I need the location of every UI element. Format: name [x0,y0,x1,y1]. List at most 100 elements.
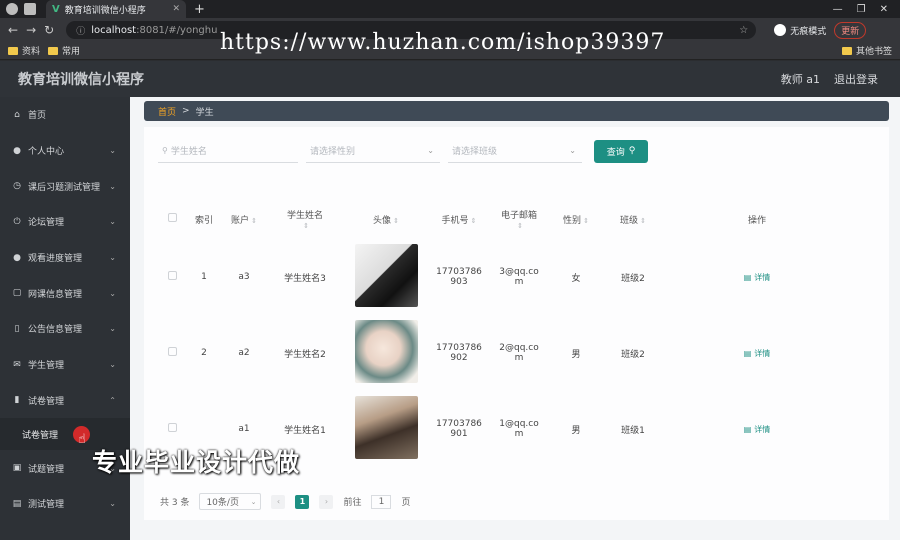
detail-button[interactable]: ▤ 详情 [744,425,771,434]
bookmark-folder[interactable]: 常用 [48,44,80,57]
close-window-icon[interactable]: ✕ [880,4,888,15]
header-label: 班级 [620,215,639,226]
page-size-select[interactable]: 10条/页 ⌄ [199,493,262,510]
sort-icon[interactable]: ⇕ [393,217,399,225]
header-label: 学生姓名 [286,210,323,221]
sidebar-item-exercise-tests[interactable]: ◷ 课后习题测试管理 ⌄ [0,168,130,204]
prev-page-button[interactable]: ‹ [271,494,286,509]
goto-page-input[interactable]: 1 [371,494,392,509]
star-icon[interactable]: ☆ [739,25,748,36]
phone-part: 17703786 [436,343,482,353]
person-icon: ● [13,252,21,263]
gender-select[interactable]: 请选择性别 ⌄ [306,139,440,163]
detail-button[interactable]: ▤ 详情 [744,273,771,282]
table-row: 2 a2 学生姓名2 17703786 902 2@qq.co m 男 班级2 ▤ 详… [158,315,852,391]
new-tab-icon[interactable]: + [194,2,205,17]
row-checkbox[interactable] [167,271,177,280]
total-count: 共 3 条 [160,498,190,508]
window-controls: — ❐ ✕ [833,4,888,15]
chart-icon: ▮ [14,395,20,406]
browser-menu-icon[interactable] [6,3,18,15]
sidebar-item-home[interactable]: ⌂ 首页 [0,97,130,133]
col-index: 索引 [186,199,222,239]
page-size-value: 10条/页 [206,498,239,508]
breadcrumb-home[interactable]: 首页 [158,105,176,118]
info-icon[interactable]: ⓘ [76,24,85,37]
avatar[interactable] [354,244,418,307]
student-name-input[interactable]: ⚲ 学生姓名 [158,139,298,163]
col-name[interactable]: 学生姓名 ⇕ [266,199,344,239]
maximize-icon[interactable]: ❐ [857,4,866,15]
avatar[interactable] [354,396,418,459]
sidebar-item-papers[interactable]: ▮ 试卷管理 ⌃ [0,383,130,419]
cell-account: a2 [238,348,250,358]
table-header-row: 索引 账户 ⇕ 学生姓名 ⇕ 头像 ⇕ 手机号 ⇕ 电子邮箱 ⇕ 性别 ⇕ 班级 ⇕ 操作 [158,199,852,239]
browser-tab[interactable]: V 教育培训微信小程序 ✕ [46,0,186,18]
cell-class: 班级2 [621,273,645,284]
tab-list-icon[interactable] [24,3,36,15]
logout-link[interactable]: 退出登录 [834,71,878,87]
header-label: 电子邮箱 [500,210,537,221]
other-bookmarks[interactable]: 其他书签 [841,44,892,57]
sort-icon[interactable]: ⇕ [471,217,477,225]
sidebar-item-label: 网课信息管理 [28,289,83,300]
sidebar-item-label: 公告信息管理 [28,325,83,336]
col-gender[interactable]: 性别 ⇕ [548,199,604,239]
query-button[interactable]: 查询 ⚲ [594,139,648,163]
sidebar-item-online-courses[interactable]: ▢ 网课信息管理 ⌄ [0,275,130,311]
tab-close-icon[interactable]: ✕ [172,4,180,14]
email-part: m [514,429,524,439]
cell-index: 2 [201,348,207,358]
update-button[interactable]: 更新 [834,21,867,39]
gender-placeholder: 请选择性别 [310,147,356,157]
sort-icon[interactable]: ⇕ [517,222,523,230]
sidebar-item-announcements[interactable]: ▯ 公告信息管理 ⌄ [0,311,130,347]
next-page-button[interactable]: › [319,494,334,509]
bookmark-label: 常用 [62,47,81,57]
sort-icon[interactable]: ⇕ [303,222,309,230]
minimize-icon[interactable]: — [833,4,843,15]
col-avatar[interactable]: 头像 ⇕ [344,199,428,239]
cell-phone: 17703786 903 [428,239,490,315]
doc-icon: ▤ [12,498,22,509]
sidebar-item-forum[interactable]: ⏻ 论坛管理 ⌄ [0,204,130,240]
cell-index: 1 [201,272,207,282]
sidebar-item-watch-progress[interactable]: ● 观看进度管理 ⌄ [0,240,130,276]
forward-icon[interactable]: → [26,23,36,37]
chevron-down-icon: ⌄ [109,217,116,227]
sidebar-item-students[interactable]: ✉ 学生管理 ⌄ [0,347,130,383]
doc-icon: ▤ [743,272,752,282]
cell-phone: 17703786 902 [428,315,490,391]
table-row: 1 a3 学生姓名3 17703786 903 3@qq.co m 女 班级2 ▤ 详… [158,239,852,315]
header-label: 头像 [373,215,392,226]
row-checkbox[interactable] [167,423,177,432]
sidebar-item-label: 试卷管理 [28,396,65,407]
col-class[interactable]: 班级 ⇕ [604,199,662,239]
back-icon[interactable]: ← [8,23,18,37]
sort-icon[interactable]: ⇕ [640,217,646,225]
incognito-indicator[interactable]: 无痕模式 [774,24,826,37]
detail-button[interactable]: ▤ 详情 [744,349,771,358]
bookmark-folder[interactable]: 资料 [8,44,40,57]
cell-account: a3 [238,272,250,282]
col-phone[interactable]: 手机号 ⇕ [428,199,490,239]
phone-icon: ▯ [14,323,20,334]
breadcrumb: 首页 > 学生 [144,101,889,121]
detail-label: 详情 [754,272,771,282]
page-number-current[interactable]: 1 [295,494,310,509]
class-select[interactable]: 请选择班级 ⌄ [448,139,582,163]
sidebar-item-tests[interactable]: ▤ 测试管理 ⌄ [0,486,130,522]
sort-icon[interactable]: ⇕ [251,217,257,225]
row-checkbox[interactable] [167,347,177,356]
sort-icon[interactable]: ⇕ [583,217,589,225]
avatar[interactable] [354,320,418,383]
sidebar-item-profile[interactable]: ● 个人中心 ⌄ [0,133,130,169]
reload-icon[interactable]: ↻ [44,23,54,37]
header-label: 索引 [194,215,213,226]
col-account[interactable]: 账户 ⇕ [222,199,266,239]
other-bookmarks-label: 其他书签 [855,47,892,57]
incognito-label: 无痕模式 [790,26,827,37]
col-email[interactable]: 电子邮箱 ⇕ [490,199,548,239]
folder-icon [48,46,59,55]
select-all-checkbox[interactable] [167,213,177,222]
